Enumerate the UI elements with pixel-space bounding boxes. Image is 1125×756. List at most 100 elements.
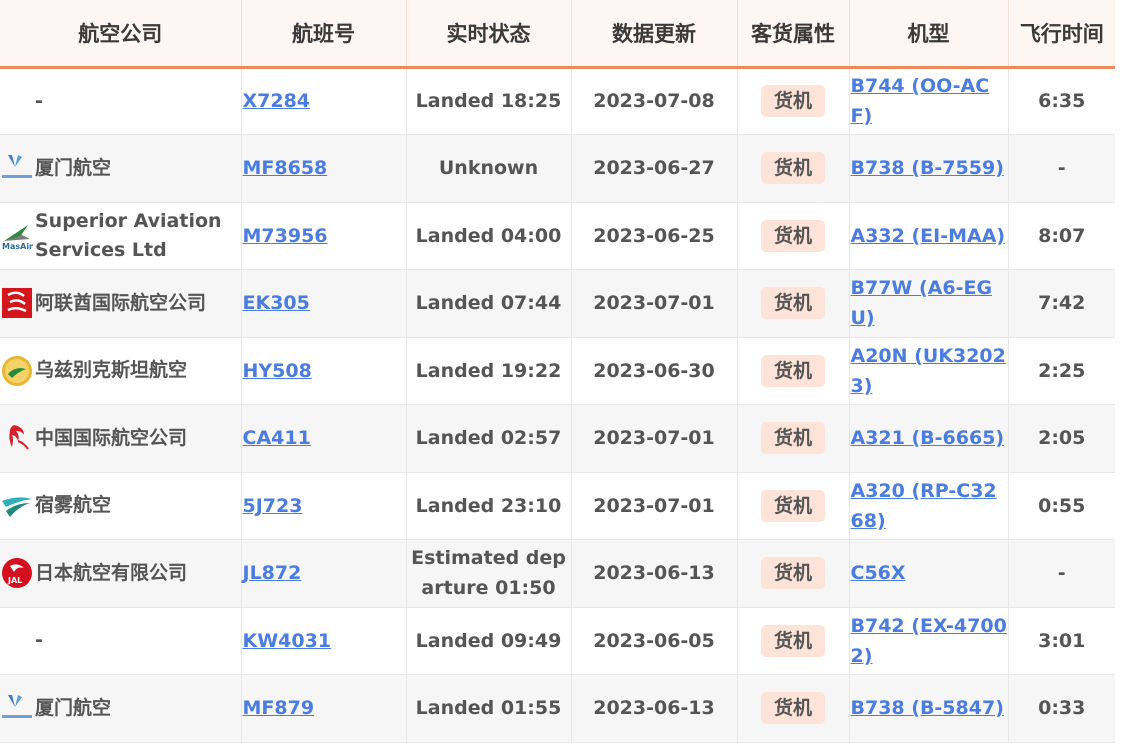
table-row: 乌兹别克斯坦航空 HY508 Landed 19:22 2023-06-30 货… <box>0 337 1115 405</box>
type-cell: 货机 <box>737 539 850 608</box>
status-cell: Landed 04:00 <box>406 202 572 270</box>
flight-status: Unknown <box>438 157 539 180</box>
aircraft-link[interactable]: B738 (B-7559) <box>851 157 1004 179</box>
update-date: 2023-07-01 <box>593 494 715 517</box>
update-date: 2023-06-30 <box>593 359 715 382</box>
jal-logo-icon: JAL <box>0 556 34 590</box>
table-row: - KW4031 Landed 09:49 2023-06-05 货机 B742… <box>0 607 1115 675</box>
aircraft-link[interactable]: B738 (B-5847) <box>851 697 1004 719</box>
flight-number-link[interactable]: MF8658 <box>243 157 328 179</box>
flight-status: Landed 04:00 <box>415 224 562 247</box>
aircraft-link[interactable]: B77W (A6-EGU) <box>851 277 993 329</box>
flight-number-link[interactable]: HY508 <box>243 360 312 382</box>
airline-name: 日本航空有限公司 <box>35 561 188 584</box>
type-cell: 货机 <box>737 67 850 135</box>
airline-cell: 阿联酋国际航空公司 <box>0 269 242 338</box>
airline-cell: - <box>0 67 242 135</box>
flight-duration: 6:35 <box>1038 90 1086 113</box>
airline-name: - <box>35 629 43 652</box>
cargo-badge: 货机 <box>760 489 825 522</box>
aircraft-cell: A320 (RP-C3268) <box>849 472 1009 540</box>
flight-cell: X7284 <box>241 67 407 135</box>
flight-duration: 0:33 <box>1038 697 1086 720</box>
flight-number-link[interactable]: MF879 <box>243 697 315 719</box>
flight-cell: JL872 <box>241 539 407 608</box>
flight-cell: KW4031 <box>241 607 407 675</box>
update-date: 2023-06-13 <box>593 562 715 585</box>
table-row: JAL 日本航空有限公司 JL872 Estimated departure 0… <box>0 539 1115 608</box>
duration-cell: 0:33 <box>1008 674 1115 743</box>
airline-cell: 中国国际航空公司 <box>0 404 242 473</box>
table-row: 厦门航空 MF879 Landed 01:55 2023-06-13 货机 B7… <box>0 674 1115 743</box>
header-flight-no: 航班号 <box>241 0 407 69</box>
flight-cell: MF879 <box>241 674 407 743</box>
aircraft-cell: A321 (B-6665) <box>849 404 1009 473</box>
flight-duration: 7:42 <box>1038 292 1086 315</box>
flight-number-link[interactable]: X7284 <box>243 90 311 112</box>
flight-number-link[interactable]: KW4031 <box>243 630 332 652</box>
flight-duration: 2:05 <box>1038 427 1086 450</box>
flight-cell: 5J723 <box>241 472 407 540</box>
table-row: 宿雾航空 5J723 Landed 23:10 2023-07-01 货机 A3… <box>0 472 1115 540</box>
flight-number-link[interactable]: JL872 <box>243 562 302 584</box>
aircraft-cell: A332 (EI-MAA) <box>849 202 1009 270</box>
aircraft-link[interactable]: A321 (B-6665) <box>851 427 1005 449</box>
cargo-badge: 货机 <box>760 219 825 252</box>
header-type: 客货属性 <box>737 0 850 69</box>
aircraft-link[interactable]: A20N (UK32023) <box>851 345 1006 397</box>
table-row: 阿联酋国际航空公司 EK305 Landed 07:44 2023-07-01 … <box>0 269 1115 338</box>
header-status: 实时状态 <box>406 0 572 69</box>
updated-cell: 2023-06-27 <box>571 134 738 203</box>
flight-duration: - <box>1057 562 1066 585</box>
update-date: 2023-07-08 <box>593 90 715 113</box>
flight-duration: 3:01 <box>1038 629 1086 652</box>
airline-name: - <box>35 89 43 112</box>
airline-cell: 厦门航空 <box>0 134 242 203</box>
cargo-badge: 货机 <box>760 692 825 725</box>
svg-text:JAL: JAL <box>7 576 22 585</box>
updated-cell: 2023-06-05 <box>571 607 738 675</box>
aircraft-cell: B738 (B-7559) <box>849 134 1009 203</box>
status-cell: Landed 19:22 <box>406 337 572 405</box>
flights-table: 航空公司 航班号 实时状态 数据更新 客货属性 机型 飞行时间 - X7284 … <box>0 0 1115 743</box>
type-cell: 货机 <box>737 134 850 203</box>
update-date: 2023-06-13 <box>593 697 715 720</box>
updated-cell: 2023-07-01 <box>571 269 738 338</box>
flight-number-link[interactable]: 5J723 <box>243 495 303 517</box>
type-cell: 货机 <box>737 404 850 473</box>
uzbekistan-airways-logo-icon <box>0 354 34 388</box>
flight-duration: 2:25 <box>1038 359 1086 382</box>
table-row: - X7284 Landed 18:25 2023-07-08 货机 B744 … <box>0 67 1115 135</box>
type-cell: 货机 <box>737 337 850 405</box>
airline-cell: MasAir Superior Aviation Services Ltd <box>0 202 242 270</box>
aircraft-link[interactable]: B742 (EX-47002) <box>851 615 1007 667</box>
header-aircraft: 机型 <box>849 0 1009 69</box>
header-updated: 数据更新 <box>571 0 738 69</box>
airline-cell: 厦门航空 <box>0 674 242 743</box>
aircraft-cell: A20N (UK32023) <box>849 337 1009 405</box>
updated-cell: 2023-07-01 <box>571 472 738 540</box>
airline-cell: 宿雾航空 <box>0 472 242 540</box>
aircraft-link[interactable]: C56X <box>851 562 906 584</box>
flight-number-link[interactable]: M73956 <box>243 225 328 247</box>
airline-name: 中国国际航空公司 <box>35 426 188 449</box>
aircraft-link[interactable]: A332 (EI-MAA) <box>851 225 1006 247</box>
cargo-badge: 货机 <box>760 85 825 118</box>
airline-name: 阿联酋国际航空公司 <box>35 291 207 314</box>
aircraft-link[interactable]: A320 (RP-C3268) <box>851 480 997 532</box>
status-cell: Landed 07:44 <box>406 269 572 338</box>
update-date: 2023-07-01 <box>593 292 715 315</box>
xiamen-airlines-logo-icon <box>0 691 34 725</box>
status-cell: Landed 23:10 <box>406 472 572 540</box>
aircraft-link[interactable]: B744 (OO-ACF) <box>851 75 990 127</box>
airline-cell: JAL 日本航空有限公司 <box>0 539 242 608</box>
flight-number-link[interactable]: EK305 <box>243 292 310 314</box>
flight-status: Landed 23:10 <box>415 494 562 517</box>
cargo-badge: 货机 <box>760 287 825 320</box>
type-cell: 货机 <box>737 202 850 270</box>
aircraft-cell: C56X <box>849 539 1009 608</box>
type-cell: 货机 <box>737 269 850 338</box>
flight-number-link[interactable]: CA411 <box>243 427 311 449</box>
updated-cell: 2023-06-13 <box>571 539 738 608</box>
duration-cell: 3:01 <box>1008 607 1115 675</box>
